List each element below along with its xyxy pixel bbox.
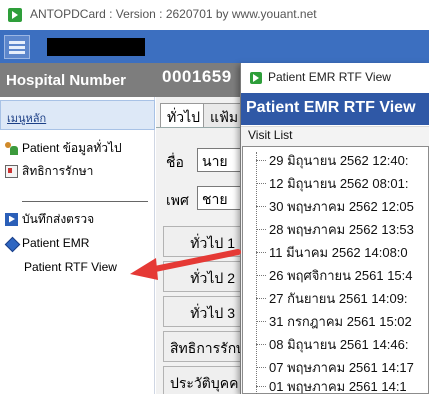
sidebar-item-patient-rtf-view[interactable]: Patient RTF View [24, 258, 117, 276]
sidebar-item-label: สิทธิการรักษา [22, 163, 94, 178]
visit-list-item[interactable]: 01 พฤษภาคม 2561 14:1 [256, 376, 407, 394]
sidebar-item-patient-general[interactable]: Patient ข้อมูลทั่วไป [5, 139, 122, 157]
visit-list-item[interactable]: 11 มีนาคม 2562 14:08:0 [256, 242, 408, 262]
sidebar-item-patient-emr[interactable]: Patient EMR [5, 234, 89, 252]
tab-file[interactable]: แฟ้ม [203, 103, 246, 127]
hospital-number-label: Hospital Number [6, 72, 127, 89]
app-logo-icon [8, 8, 22, 22]
general-3-button[interactable]: ทั่วไป 3 [163, 296, 241, 327]
rtf-header-title: Patient EMR RTF View [246, 99, 416, 116]
diamond-icon [5, 237, 18, 250]
history-button[interactable]: ประวัติบุคค [163, 366, 241, 394]
rtf-window-title: Patient EMR RTF View [268, 70, 391, 84]
visit-list-item[interactable]: 08 มิถุนายน 2561 14:46: [256, 334, 409, 354]
name-label: ชื่อ [166, 154, 184, 170]
annotation-arrow-icon [130, 249, 241, 280]
visit-list-item[interactable]: 12 มิถุนายน 2562 08:01: [256, 173, 409, 193]
visit-list-item[interactable]: 28 พฤษภาคม 2562 13:53 [256, 219, 414, 239]
sidebar-divider [22, 201, 148, 202]
rtf-window-icon [250, 72, 262, 84]
sidebar-item-label: บันทึกส่งตรวจ [22, 211, 95, 226]
visit-list-item[interactable]: 30 พฤษภาคม 2562 12:05 [256, 196, 414, 216]
app-title: ANTOPDCard : Version : 2620701 by www.yo… [30, 7, 317, 21]
visit-list-item[interactable]: 26 พฤศจิกายน 2561 15:4 [256, 265, 413, 285]
card-icon [5, 164, 18, 178]
sidebar-header-label[interactable]: เมนูหลัก [7, 109, 46, 127]
visit-list-item[interactable]: 31 กรกฎาคม 2561 15:02 [256, 311, 412, 331]
rights-button[interactable]: สิทธิการรักษ [163, 331, 241, 362]
sidebar-item-record-exam[interactable]: บันทึกส่งตรวจ [5, 210, 94, 228]
sidebar-item-rights[interactable]: สิทธิการรักษา [5, 162, 93, 180]
tab-general[interactable]: ทั่วไป [160, 103, 208, 127]
visit-list-item[interactable]: 07 พฤษภาคม 2561 14:17 [256, 357, 414, 377]
play-icon [5, 212, 18, 226]
hospital-number-value: 0001659 [162, 67, 232, 86]
visit-list-label: Visit List [248, 128, 293, 142]
visit-list-item[interactable]: 27 กันยายน 2561 14:09: [256, 288, 408, 308]
hamburger-menu-icon[interactable] [4, 35, 30, 59]
redacted-patient-name [47, 38, 145, 56]
sex-label: เพศ [166, 192, 189, 208]
sidebar-item-label: Patient EMR [22, 236, 90, 250]
people-icon [5, 141, 18, 155]
visit-list-item[interactable]: 29 มิถุนายน 2562 12:40: [256, 150, 409, 170]
sidebar-item-label: Patient ข้อมูลทั่วไป [22, 140, 122, 155]
sidebar-item-label: Patient RTF View [24, 260, 117, 274]
